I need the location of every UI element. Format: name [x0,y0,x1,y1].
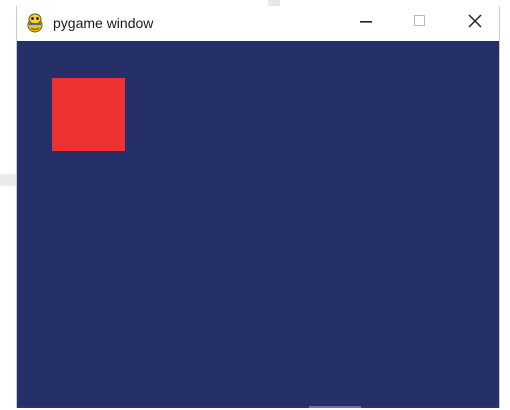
desktop-background: pygame window [0,0,510,410]
minimize-button[interactable] [343,6,389,41]
window-title: pygame window [53,15,154,31]
maximize-button[interactable] [397,6,443,41]
close-icon [467,13,483,34]
red-square [52,78,125,151]
game-canvas[interactable] [17,41,499,408]
title-bar[interactable]: pygame window [17,6,499,41]
window-bottom-border [17,406,499,408]
maximize-icon [413,14,427,33]
minimize-icon [359,14,373,33]
scroll-artifact [309,406,361,408]
pygame-snake-icon [25,13,45,33]
pygame-window[interactable]: pygame window [16,6,500,408]
background-artifact [0,174,16,186]
close-button[interactable] [452,6,498,41]
